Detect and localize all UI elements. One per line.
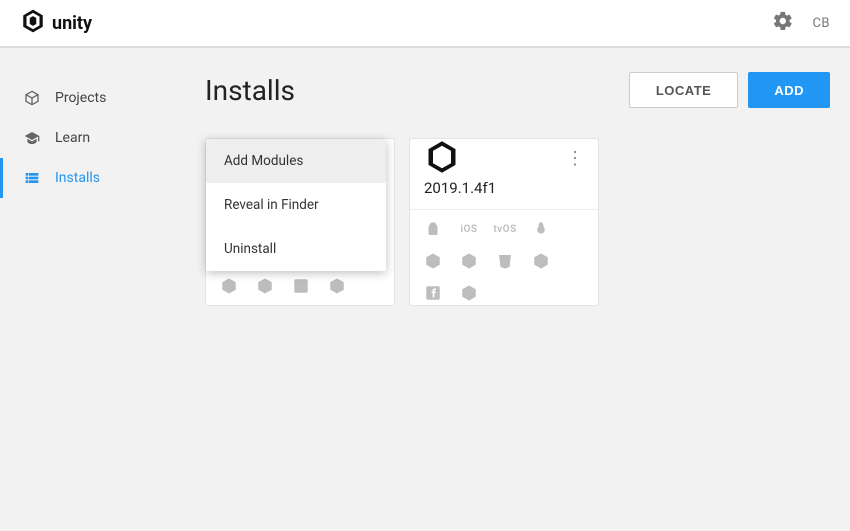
list-icon [23,170,41,186]
platform-android-icon [424,220,442,238]
menu-item-uninstall[interactable]: Uninstall [206,227,386,271]
header-buttons: LOCATE ADD [629,72,830,108]
settings-button[interactable] [772,10,794,36]
gear-icon [772,10,794,32]
install-card: ⋮ 2019.1.4f1 iOS tvOS [409,138,599,306]
add-button[interactable]: ADD [748,72,830,108]
platform-linux-icon [532,220,550,238]
menu-item-add-modules[interactable]: Add Modules [206,139,386,183]
install-cards: Add Modules Reveal in Finder Uninstall [205,138,830,306]
platform-unity-icon [460,252,478,270]
graduation-cap-icon [23,130,41,146]
cube-icon [23,90,41,106]
page-header: Installs LOCATE ADD [205,72,830,108]
platform-unity-icon [532,252,550,270]
platform-icons: iOS tvOS [410,210,598,310]
platform-webgl-icon [496,252,514,270]
page-title: Installs [205,74,295,107]
brand-name: unity [52,13,92,34]
card-menu-button[interactable]: ⋮ [566,150,584,168]
platform-facebook-icon [292,277,310,295]
unity-logo-icon [424,139,460,179]
sidebar-item-projects[interactable]: Projects [0,78,185,118]
sidebar-item-label: Installs [55,170,100,186]
locate-button[interactable]: LOCATE [629,72,738,108]
install-version: 2019.1.4f1 [410,179,598,209]
platform-tvos-icon: tvOS [496,220,514,238]
sidebar-item-label: Learn [55,130,90,146]
platform-unity-icon [328,277,346,295]
user-initials[interactable]: CB [812,16,830,31]
unity-logo-icon [20,8,46,39]
platform-ios-icon: iOS [460,220,478,238]
sidebar: Projects Learn Installs [0,48,185,531]
kebab-icon: ⋮ [566,148,584,169]
topbar-right: CB [772,10,830,36]
topbar: unity CB [0,0,850,48]
sidebar-item-learn[interactable]: Learn [0,118,185,158]
platform-unity-icon [460,284,478,302]
menu-item-reveal-in-finder[interactable]: Reveal in Finder [206,183,386,227]
install-card: Add Modules Reveal in Finder Uninstall [205,138,395,306]
main-content: Installs LOCATE ADD Add Modules Reveal i… [185,48,850,531]
platform-unity-icon [256,277,274,295]
platform-icons-peek [220,277,346,295]
sidebar-item-installs[interactable]: Installs [0,158,185,198]
context-menu: Add Modules Reveal in Finder Uninstall [206,139,386,271]
brand: unity [20,8,92,39]
platform-unity-icon [424,252,442,270]
platform-unity-icon [220,277,238,295]
platform-facebook-icon [424,284,442,302]
install-card-header: ⋮ [410,139,598,179]
sidebar-item-label: Projects [55,90,106,106]
